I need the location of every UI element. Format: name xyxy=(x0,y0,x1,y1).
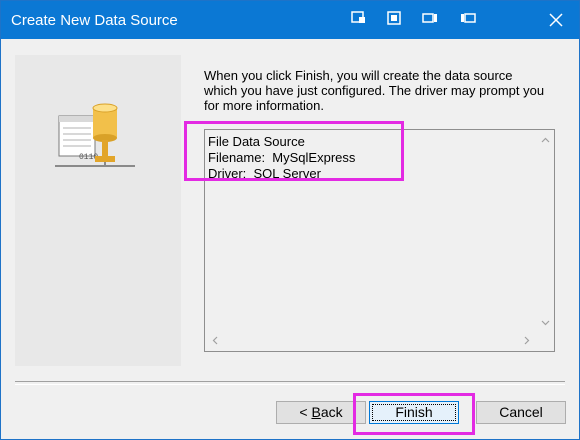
description-line: for more information. xyxy=(204,98,324,113)
vertical-scrollbar[interactable] xyxy=(537,130,554,351)
window-tool-icon[interactable] xyxy=(387,11,403,25)
summary-highlight-annotation xyxy=(184,121,404,181)
separator-line xyxy=(15,381,565,385)
cancel-button[interactable]: Cancel xyxy=(476,401,566,424)
window-tool-icon[interactable] xyxy=(422,11,438,25)
back-mnemonic: B xyxy=(311,404,321,420)
cancel-label: Cancel xyxy=(499,404,543,420)
title-bar[interactable]: Create New Data Source xyxy=(1,1,579,39)
close-icon xyxy=(549,13,563,27)
finish-description: When you click Finish, you will create t… xyxy=(204,68,564,113)
dialog-window: Create New Data Source 0110 When you cli… xyxy=(0,0,580,440)
scroll-right-icon[interactable] xyxy=(518,332,535,349)
window-tool-icon[interactable] xyxy=(351,11,367,25)
scroll-down-icon[interactable] xyxy=(537,314,554,331)
window-tool-icon[interactable] xyxy=(460,11,476,25)
odbc-data-source-icon: 0110 xyxy=(55,103,135,167)
description-line: When you click Finish, you will create t… xyxy=(204,68,513,83)
finish-highlight-annotation xyxy=(353,393,475,435)
wizard-image-panel: 0110 xyxy=(15,55,181,366)
back-label-rest: ack xyxy=(320,404,343,420)
back-label: < xyxy=(299,404,312,420)
scroll-up-icon[interactable] xyxy=(537,132,554,149)
description-line: which you have just configured. The driv… xyxy=(204,83,545,98)
scroll-left-icon[interactable] xyxy=(207,332,224,349)
window-title: Create New Data Source xyxy=(11,12,178,29)
close-button[interactable] xyxy=(533,1,579,39)
